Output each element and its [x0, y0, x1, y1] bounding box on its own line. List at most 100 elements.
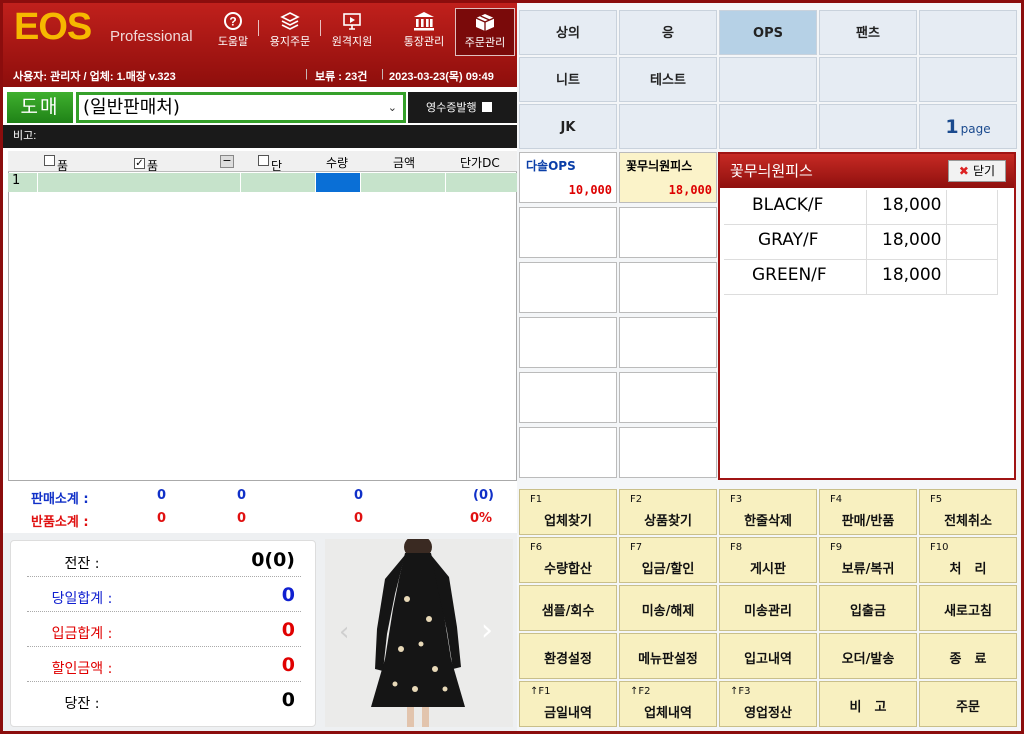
category-button[interactable]: [719, 57, 817, 102]
remote-support-button[interactable]: 원격지원: [326, 8, 378, 54]
function-key-button[interactable]: F7 입금/할인: [619, 537, 717, 583]
function-key-button[interactable]: ↑F3 영업정산: [719, 681, 817, 727]
function-key-shortcut: F2: [630, 494, 643, 505]
product-tile[interactable]: [619, 372, 717, 423]
cell-unit-price[interactable]: [241, 173, 316, 192]
cell-amount[interactable]: [361, 173, 446, 192]
function-key-button[interactable]: F4 판매/반품: [819, 489, 917, 535]
product-tile[interactable]: [519, 317, 617, 368]
function-key-button[interactable]: 비 고: [819, 681, 917, 727]
function-key-button[interactable]: 환경설정: [519, 633, 617, 679]
col-item-no[interactable]: 품번: [44, 154, 68, 190]
receipt-checkbox[interactable]: [481, 102, 492, 112]
checkbox[interactable]: [258, 155, 269, 166]
balance-row: 전잔 : 0(0): [27, 543, 301, 577]
next-image-icon[interactable]: ›: [481, 613, 493, 648]
wholesale-mode-button[interactable]: 도매: [7, 92, 73, 123]
user-info: 사용자: 관리자 / 업체: 1.매장 v.323: [13, 71, 176, 83]
close-button[interactable]: ✖ 닫기: [948, 160, 1006, 182]
category-button[interactable]: [619, 104, 717, 149]
toolbar-label: 원격지원: [331, 36, 373, 48]
cell-divider: [946, 190, 947, 225]
function-key-button[interactable]: 오더/발송: [819, 633, 917, 679]
category-button[interactable]: [819, 104, 917, 149]
function-key-button[interactable]: 입고내역: [719, 633, 817, 679]
category-button[interactable]: [719, 104, 817, 149]
memo-bar[interactable]: 비고:: [3, 125, 517, 148]
function-key-button[interactable]: ↑F2 업체내역: [619, 681, 717, 727]
bank-management-button[interactable]: 통장관리: [398, 8, 450, 54]
function-key-button[interactable]: F3 한줄삭제: [719, 489, 817, 535]
page-indicator[interactable]: 1 page: [919, 104, 1017, 149]
category-button[interactable]: JK: [519, 104, 617, 149]
function-key-button[interactable]: 메뉴판설정: [619, 633, 717, 679]
category-button[interactable]: 테스트: [619, 57, 717, 102]
category-button[interactable]: 니트: [519, 57, 617, 102]
product-tile[interactable]: [519, 372, 617, 423]
function-key-shortcut: F5: [930, 494, 943, 505]
product-tile[interactable]: [519, 427, 617, 478]
function-key-button[interactable]: ↑F1 금일내역: [519, 681, 617, 727]
toolbar-label: 도움말: [217, 36, 249, 48]
category-button[interactable]: [919, 57, 1017, 102]
balance-panel: 전잔 : 0(0) 당일합계 : 0 입금합계 : 0 할인금액 : 0 당잔 : 0: [10, 540, 316, 727]
receipt-toggle[interactable]: 영수증발행: [408, 92, 517, 123]
function-key-button[interactable]: F8 게시판: [719, 537, 817, 583]
cell-qty[interactable]: [316, 173, 361, 192]
category-button[interactable]: 상의: [519, 10, 617, 55]
product-tile[interactable]: [619, 427, 717, 478]
toolbar-divider: [320, 20, 321, 36]
function-key-button[interactable]: 입출금: [819, 585, 917, 631]
product-tile[interactable]: [619, 207, 717, 258]
function-key-button[interactable]: F9 보류/복귀: [819, 537, 917, 583]
function-key-button[interactable]: 종 료: [919, 633, 1017, 679]
cell-item-name[interactable]: [38, 173, 241, 192]
collapse-button[interactable]: −: [220, 155, 234, 168]
function-key-button[interactable]: F6 수량합산: [519, 537, 617, 583]
col-qty: 수량: [326, 156, 349, 170]
function-key-button[interactable]: 미송관리: [719, 585, 817, 631]
variant-row[interactable]: GREEN/F 18,000: [724, 260, 998, 295]
checkbox[interactable]: [44, 155, 55, 166]
help-button[interactable]: ? 도움말: [213, 8, 253, 54]
customer-select[interactable]: (일반판매처) ⌄: [76, 92, 406, 123]
checkbox[interactable]: ✓: [134, 158, 145, 169]
category-button[interactable]: 응: [619, 10, 717, 55]
product-tile[interactable]: [519, 262, 617, 313]
prev-image-icon[interactable]: ‹: [339, 617, 349, 647]
function-key-label: 새로고침: [944, 604, 992, 619]
function-key-button[interactable]: F1 업체찾기: [519, 489, 617, 535]
function-key-button[interactable]: F5 전체취소: [919, 489, 1017, 535]
order-management-button[interactable]: 주문관리: [455, 8, 515, 56]
function-key-button[interactable]: 미송/해제: [619, 585, 717, 631]
col-unit-price[interactable]: 단가: [258, 154, 282, 190]
category-button[interactable]: 팬츠: [819, 10, 917, 55]
product-tile[interactable]: [619, 262, 717, 313]
col-item-name[interactable]: ✓품명: [134, 154, 158, 190]
function-key-button[interactable]: 새로고침: [919, 585, 1017, 631]
function-key-button[interactable]: 샘플/회수: [519, 585, 617, 631]
sales-value: (0): [473, 488, 494, 503]
function-key-label: 보류/복귀: [841, 562, 895, 577]
function-key-button[interactable]: F10 처 리: [919, 537, 1017, 583]
product-tile[interactable]: 다솔OPS 10,000: [519, 152, 617, 203]
customer-value: (일반판매처): [83, 97, 180, 118]
page-label: page: [960, 122, 991, 136]
product-tile[interactable]: [519, 207, 617, 258]
cell-dc[interactable]: [446, 173, 517, 192]
variant-row[interactable]: GRAY/F 18,000: [724, 225, 998, 260]
category-button[interactable]: [919, 10, 1017, 55]
function-key-button[interactable]: F2 상품찾기: [619, 489, 717, 535]
function-key-button[interactable]: 주문: [919, 681, 1017, 727]
hold-count[interactable]: 보류 : 23건: [315, 68, 367, 84]
product-tile[interactable]: 꽃무늬원피스 18,000: [619, 152, 717, 203]
variant-name: GRAY/F: [758, 230, 819, 250]
variant-row[interactable]: BLACK/F 18,000: [724, 190, 998, 225]
product-tile[interactable]: [619, 317, 717, 368]
paper-order-button[interactable]: 용지주문: [264, 8, 316, 54]
table-row[interactable]: 1: [8, 173, 517, 192]
return-value: 0: [237, 511, 247, 526]
function-key-label: 주문: [956, 700, 980, 715]
category-button[interactable]: OPS: [719, 10, 817, 55]
category-button[interactable]: [819, 57, 917, 102]
